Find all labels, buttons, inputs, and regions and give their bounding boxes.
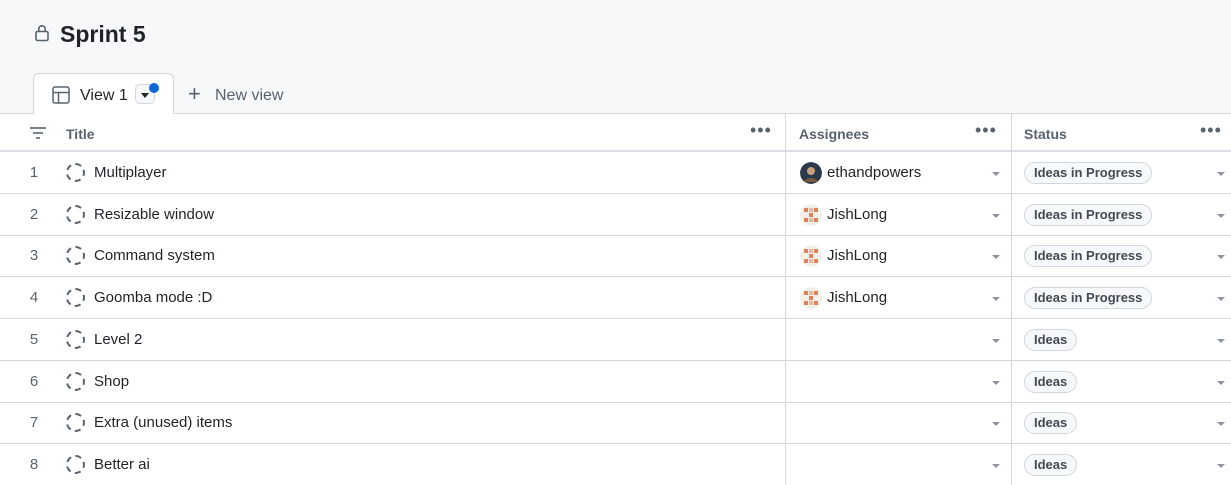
item-title[interactable]: Resizable window (94, 207, 214, 223)
cell-divider (1011, 152, 1012, 194)
draft-issue-icon (66, 413, 85, 432)
row-number: 1 (29, 164, 39, 181)
cell-divider (785, 361, 786, 403)
cell-divider (1011, 235, 1012, 277)
status-dropdown-icon[interactable] (1217, 214, 1225, 218)
assignee-name[interactable]: JishLong (827, 290, 887, 306)
status-dropdown-icon[interactable] (1217, 172, 1225, 176)
column-divider[interactable] (1011, 114, 1012, 152)
item-title[interactable]: Command system (94, 248, 215, 264)
status-dropdown-icon[interactable] (1217, 255, 1225, 259)
draft-issue-icon (66, 163, 85, 182)
cell-divider (1011, 319, 1012, 361)
draft-issue-icon (66, 205, 85, 224)
status-badge[interactable]: Ideas in Progress (1024, 287, 1153, 309)
assignees-column-menu-icon[interactable]: ••• (975, 121, 997, 139)
row-number: 4 (29, 289, 39, 306)
draft-issue-icon (66, 330, 85, 349)
row-number: 3 (29, 247, 39, 264)
tab-label: View 1 (80, 87, 128, 104)
status-dropdown-icon[interactable] (1217, 297, 1225, 301)
cell-divider (785, 402, 786, 444)
table-row[interactable]: 2 Resizable window JishLong Ideas in Progr… (0, 194, 1231, 236)
row-number: 8 (29, 456, 39, 473)
status-column-menu-icon[interactable]: ••• (1200, 121, 1222, 139)
status-badge[interactable]: Ideas in Progress (1024, 204, 1153, 226)
row-number: 2 (29, 206, 39, 223)
new-view-label: New view (215, 87, 284, 104)
cell-divider (785, 277, 786, 319)
status-dropdown-icon[interactable] (1217, 339, 1225, 343)
column-divider[interactable] (785, 114, 786, 152)
avatar (800, 287, 822, 309)
table-row[interactable]: 3 Command system JishLong Ideas in Progres… (0, 235, 1231, 277)
assignee-dropdown-icon[interactable] (992, 464, 1000, 468)
avatar (800, 204, 822, 226)
table-row[interactable]: 5 Level 2 Ideas (0, 319, 1231, 361)
cell-divider (785, 194, 786, 236)
table-icon (52, 86, 70, 104)
assignee-name[interactable]: JishLong (827, 248, 887, 264)
status-badge[interactable]: Ideas in Progress (1024, 245, 1153, 267)
assignee-dropdown-icon[interactable] (992, 172, 1000, 176)
table-row[interactable]: 8 Better ai Ideas (0, 444, 1231, 485)
page-title: Sprint 5 (60, 21, 146, 47)
cell-divider (785, 152, 786, 194)
assignee-dropdown-icon[interactable] (992, 255, 1000, 259)
status-badge[interactable]: Ideas (1024, 412, 1078, 434)
avatar (800, 245, 822, 267)
avatar (800, 162, 822, 184)
cell-divider (1011, 402, 1012, 444)
cell-divider (785, 235, 786, 277)
status-dropdown-icon[interactable] (1217, 464, 1225, 468)
status-badge[interactable]: Ideas (1024, 329, 1078, 351)
draft-issue-icon (66, 372, 85, 391)
draft-issue-icon (66, 246, 85, 265)
lock-icon (35, 25, 49, 42)
table-row[interactable]: 6 Shop Ideas (0, 361, 1231, 403)
project-header: Sprint 5 View 1 + New view (0, 0, 1231, 115)
status-dropdown-icon[interactable] (1217, 381, 1225, 385)
assignee-name[interactable]: JishLong (827, 207, 887, 223)
item-title[interactable]: Extra (unused) items (94, 415, 232, 431)
unsaved-changes-dot (149, 83, 159, 93)
column-header-status[interactable]: Status (1024, 126, 1067, 142)
item-title[interactable]: Multiplayer (94, 165, 167, 181)
table-row[interactable]: 7 Extra (unused) items Ideas (0, 402, 1231, 444)
cell-divider (1011, 361, 1012, 403)
assignee-dropdown-icon[interactable] (992, 339, 1000, 343)
tab-view-1[interactable]: View 1 (33, 73, 174, 115)
table-row[interactable]: 1 Multiplayer ethandpowers Ideas in Progre… (0, 152, 1231, 194)
item-title[interactable]: Goomba mode :D (94, 290, 212, 306)
plus-icon: + (188, 81, 201, 106)
status-badge[interactable]: Ideas in Progress (1024, 162, 1153, 184)
cell-divider (1011, 277, 1012, 319)
assignee-dropdown-icon[interactable] (992, 297, 1000, 301)
assignee-name[interactable]: ethandpowers (827, 165, 921, 181)
draft-issue-icon (66, 455, 85, 474)
row-number: 5 (29, 331, 39, 348)
column-header-assignees[interactable]: Assignees (799, 126, 869, 142)
table-row[interactable]: 4 Goomba mode :D JishLong Ideas in Progres… (0, 277, 1231, 319)
cell-divider (785, 444, 786, 485)
row-number: 6 (29, 373, 39, 390)
cell-divider (785, 319, 786, 361)
sort-filter-icon[interactable] (29, 126, 47, 140)
cell-divider (1011, 444, 1012, 485)
item-title[interactable]: Better ai (94, 457, 150, 473)
status-badge[interactable]: Ideas (1024, 371, 1078, 393)
title-column-menu-icon[interactable]: ••• (750, 121, 772, 139)
row-number: 7 (29, 414, 39, 431)
column-header-title[interactable]: Title (66, 126, 95, 142)
item-title[interactable]: Shop (94, 374, 129, 390)
draft-issue-icon (66, 288, 85, 307)
status-dropdown-icon[interactable] (1217, 422, 1225, 426)
cell-divider (1011, 194, 1012, 236)
status-badge[interactable]: Ideas (1024, 454, 1078, 476)
assignee-dropdown-icon[interactable] (992, 214, 1000, 218)
item-title[interactable]: Level 2 (94, 332, 142, 348)
table-header: Title ••• Assignees ••• Status ••• (0, 114, 1231, 152)
assignee-dropdown-icon[interactable] (992, 381, 1000, 385)
assignee-dropdown-icon[interactable] (992, 422, 1000, 426)
